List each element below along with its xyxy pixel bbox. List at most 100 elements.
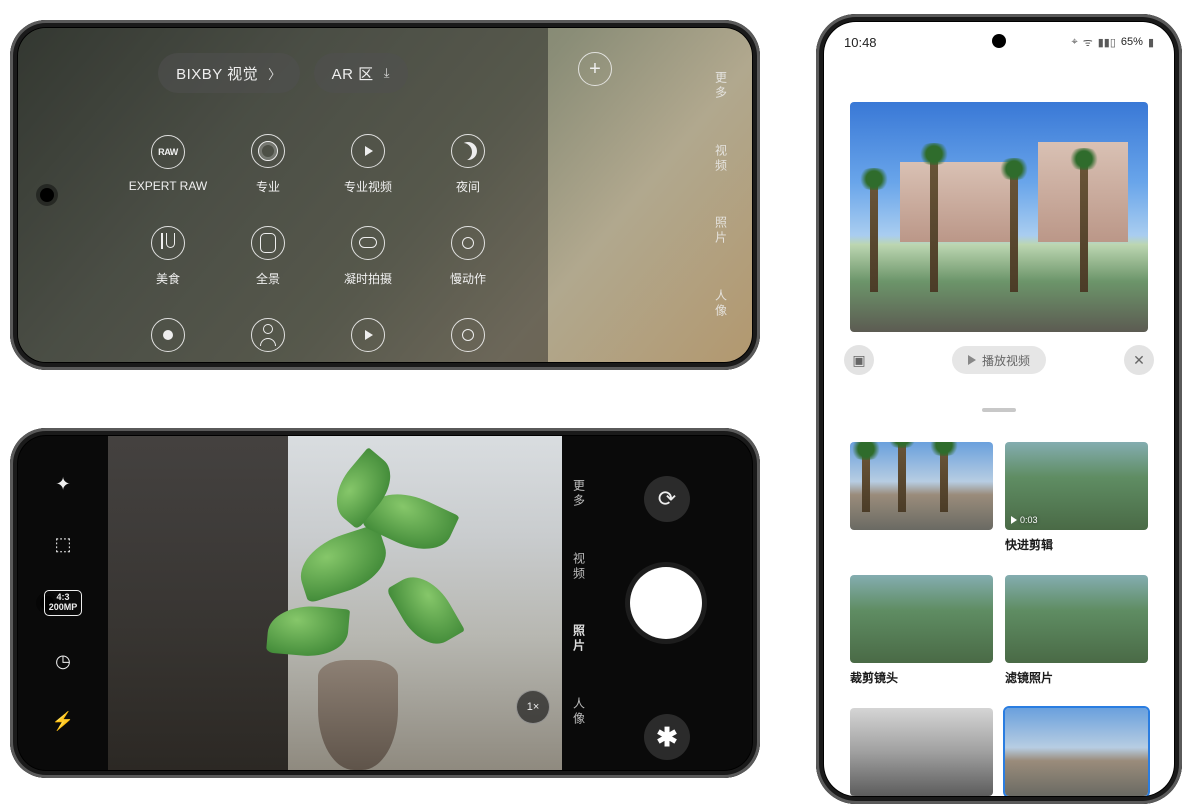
phone-camera-viewfinder: ✦ ⬚ 4:3 200MP ◷ ⚡ 1× <box>10 428 760 778</box>
screen: BIXBY 视觉 〉 AR 区 ⤓ RAWEXPERT RAW 专业 专业视频 … <box>18 28 752 362</box>
tab-more[interactable]: 更多 <box>571 479 588 509</box>
chevron-right-icon: 〉 <box>268 64 282 83</box>
thumb-extra-2[interactable] <box>1005 708 1148 796</box>
bixby-label: BIXBY 视觉 <box>176 63 258 84</box>
tab-video[interactable]: 视频 <box>571 552 588 582</box>
mode-expert-raw[interactable]: RAW EXPERT RAW <box>118 118 218 210</box>
suggestion-grid: 0:03 快进剪辑 裁剪镜头 滤镜照片 <box>850 442 1148 796</box>
side-panel: + 更多 视频 照片 人像 <box>548 28 752 362</box>
mode-food[interactable]: 美食 <box>118 210 218 302</box>
left-toolbar: ✦ ⬚ 4:3 200MP ◷ ⚡ <box>18 436 108 770</box>
play-circle-icon <box>351 318 385 352</box>
mode-label: 延时摄影 <box>144 362 192 363</box>
tab-video[interactable]: 视频 <box>713 144 730 174</box>
screen: ✦ ⬚ 4:3 200MP ◷ ⚡ 1× <box>18 436 752 770</box>
mode-night[interactable]: 夜间 <box>418 118 518 210</box>
signal-icon: ▮▮▯ <box>1098 36 1116 49</box>
mode-label: 专业 <box>256 178 280 195</box>
top-pill-row: BIXBY 视觉 〉 AR 区 ⤓ <box>18 53 548 93</box>
download-icon: ⤓ <box>384 65 390 81</box>
ar-zone-button[interactable]: AR 区 ⤓ <box>314 53 408 93</box>
mode-label: 慢动作 <box>450 270 486 287</box>
motion-photo-icon[interactable]: ⬚ <box>48 530 78 560</box>
thumb-best-shot[interactable] <box>850 442 993 530</box>
effects-button[interactable]: ✱ <box>644 714 690 760</box>
utensils-icon <box>151 226 185 260</box>
zoom-value: 1× <box>527 701 540 713</box>
mode-portrait-video[interactable]: 人像视频 <box>218 302 318 362</box>
timer-icon[interactable]: ◷ <box>48 646 78 676</box>
mode-label: 美食 <box>156 270 180 287</box>
mode-hyperlapse[interactable]: 延时摄影 <box>118 302 218 362</box>
raw-icon: RAW <box>151 135 185 169</box>
motion-photo-badge[interactable]: ▣ <box>844 345 874 375</box>
camera-punch-hole <box>40 188 54 202</box>
play-circle-icon <box>351 134 385 168</box>
mode-label: 凝时拍摄 <box>344 270 392 287</box>
tab-portrait[interactable]: 人像 <box>713 289 730 319</box>
battery-value: 65% <box>1121 36 1143 48</box>
tab-portrait[interactable]: 人像 <box>571 697 588 727</box>
slowmo-icon <box>351 226 385 260</box>
drag-handle[interactable] <box>982 408 1016 412</box>
mode-label: 专业视频 <box>344 178 392 195</box>
aperture-icon <box>251 134 285 168</box>
thumb-crop[interactable] <box>850 575 993 663</box>
mode-label: 全景 <box>256 270 280 287</box>
add-mode-button[interactable]: + <box>578 52 612 86</box>
location-icon: ⌖ <box>1071 36 1077 49</box>
clock: 10:48 <box>844 35 877 50</box>
phone-camera-modes: BIXBY 视觉 〉 AR 区 ⤓ RAWEXPERT RAW 专业 专业视频 … <box>10 20 760 370</box>
play-label: 播放视频 <box>982 352 1030 369</box>
phone-gallery: 10:48 ⌖ ᯤ ▮▮▯ 65% ▮ ▣ 播放视频 <box>816 14 1182 804</box>
settings-icon[interactable]: ✦ <box>48 469 78 499</box>
single-take-icon <box>451 318 485 352</box>
mode-label: 导演视角 <box>344 362 392 363</box>
mode-pro-video[interactable]: 专业视频 <box>318 118 418 210</box>
mode-single-take[interactable]: AI一键多拍 <box>418 302 518 362</box>
tab-photo[interactable]: 照片 <box>571 624 588 654</box>
person-icon <box>251 318 285 352</box>
bixby-vision-button[interactable]: BIXBY 视觉 〉 <box>158 53 300 93</box>
slow-motion-icon <box>451 226 485 260</box>
mode-tab-strip: 更多 视频 照片 人像 <box>568 436 590 770</box>
play-video-button[interactable]: 播放视频 <box>952 346 1046 374</box>
moon-icon <box>451 134 485 168</box>
ratio-value: 4:3 <box>56 592 69 602</box>
hero-action-row: ▣ 播放视频 ✕ <box>844 342 1154 378</box>
zoom-chip[interactable]: 1× <box>516 690 550 724</box>
thumb-label: 裁剪镜头 <box>850 669 993 686</box>
shutter-button[interactable] <box>630 567 702 639</box>
viewfinder[interactable]: 1× <box>108 436 562 770</box>
thumb-extra-1[interactable] <box>850 708 993 796</box>
record-icon <box>151 318 185 352</box>
modes-panel: BIXBY 视觉 〉 AR 区 ⤓ RAWEXPERT RAW 专业 专业视频 … <box>18 28 548 362</box>
hero-photo[interactable] <box>850 102 1148 332</box>
mode-director[interactable]: 导演视角 <box>318 302 418 362</box>
right-panel: 更多 视频 照片 人像 ⟳ ✱ <box>562 436 752 770</box>
mute-button[interactable]: ✕ <box>1124 345 1154 375</box>
status-right: ⌖ ᯤ ▮▮▯ 65% ▮ <box>1071 35 1154 50</box>
mode-label: EXPERT RAW <box>129 179 207 193</box>
tab-photo[interactable]: 照片 <box>713 216 730 246</box>
mode-label: 人像视频 <box>244 362 292 363</box>
thumb-speed-clip[interactable]: 0:03 <box>1005 442 1148 530</box>
viewfinder-preview <box>108 436 562 770</box>
play-icon <box>968 355 976 365</box>
mode-tab-strip: 更多 视频 照片 人像 <box>710 28 732 362</box>
screen: 10:48 ⌖ ᯤ ▮▮▯ 65% ▮ ▣ 播放视频 <box>824 22 1174 796</box>
aspect-ratio-button[interactable]: 4:3 200MP <box>44 590 83 616</box>
mode-panorama[interactable]: 全景 <box>218 210 318 302</box>
thumb-label: 快进剪辑 <box>1005 536 1148 553</box>
thumb-filter[interactable] <box>1005 575 1148 663</box>
hero-photo-content <box>850 102 1148 332</box>
panorama-icon <box>251 226 285 260</box>
tab-more[interactable]: 更多 <box>713 71 730 101</box>
ar-label: AR 区 <box>332 63 374 84</box>
switch-camera-button[interactable]: ⟳ <box>644 476 690 522</box>
mode-label: AI一键多拍 <box>438 362 497 363</box>
mode-super-slowmo[interactable]: 凝时拍摄 <box>318 210 418 302</box>
mode-pro[interactable]: 专业 <box>218 118 318 210</box>
mode-slowmo[interactable]: 慢动作 <box>418 210 518 302</box>
camera-mode-grid: RAWEXPERT RAW 专业 专业视频 夜间 美食 全景 凝时拍摄 慢动作 … <box>118 118 518 362</box>
